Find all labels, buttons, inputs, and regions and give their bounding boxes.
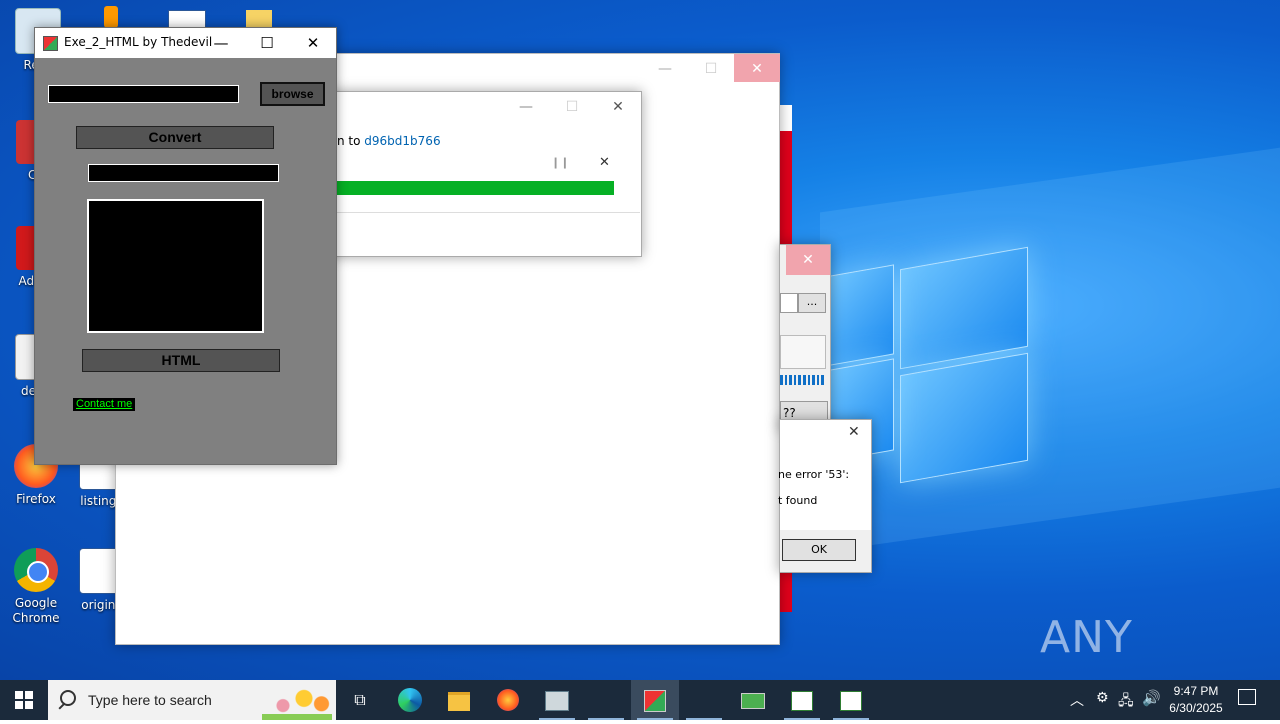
ok-button[interactable]: OK (782, 539, 856, 561)
download-link[interactable]: d96bd1b766 (364, 134, 440, 148)
divider (335, 212, 640, 213)
progress-segment (812, 375, 815, 385)
download-progress-track (335, 181, 614, 195)
file-explorer-icon[interactable] (435, 680, 483, 720)
contact-label: Contact me (76, 398, 133, 410)
progress-bar (780, 375, 824, 385)
exe2html-taskbar-icon[interactable] (631, 680, 679, 720)
taskbar-slot[interactable] (582, 680, 630, 720)
preview-box (87, 199, 264, 333)
download-dialog[interactable]: — ☐ ✕ n to d96bd1b766 ❙❙ ✕ (300, 91, 642, 257)
error-dialog[interactable]: ✕ ne error '53': t found OK (778, 419, 872, 573)
notifications-icon[interactable] (1238, 689, 1256, 705)
search-icon-handle (58, 702, 66, 710)
contact-link[interactable]: Contact me (73, 398, 136, 411)
error-message-line2: t found (778, 494, 818, 507)
maximize-button[interactable]: ☐ (688, 54, 734, 84)
window-title: Exe_2_HTML by Thedevil (64, 35, 213, 49)
browse-dots-label: ... (806, 295, 818, 308)
browse-label: browse (271, 87, 314, 101)
window-app-icon[interactable] (827, 680, 875, 720)
exe-path-input[interactable] (48, 85, 239, 103)
vlc-icon[interactable] (104, 6, 118, 28)
windows-icon (15, 691, 33, 709)
close-button[interactable]: ✕ (734, 54, 780, 82)
minimize-button[interactable]: — (503, 92, 549, 122)
title-bar[interactable]: Exe_2_HTML by Thedevil — ☐ ✕ (35, 28, 336, 58)
app-icon (43, 36, 58, 51)
edge-icon[interactable] (386, 680, 434, 720)
pause-icon[interactable]: ❙❙ (551, 156, 569, 169)
window-app-icon[interactable] (778, 680, 826, 720)
minimize-button[interactable]: — (198, 28, 244, 58)
convert-button[interactable]: Convert (76, 126, 274, 149)
close-button[interactable]: ✕ (786, 245, 830, 275)
browse-button[interactable]: browse (260, 82, 325, 106)
search-box[interactable]: Type here to search (48, 680, 336, 720)
path-field[interactable] (780, 293, 798, 313)
tray-app-icon[interactable]: ⚙ (1096, 690, 1109, 706)
browse-dots-button[interactable]: ... (798, 293, 826, 313)
anyrun-watermark: ANY RUN (1040, 608, 1240, 680)
maximize-button[interactable]: ☐ (244, 28, 290, 58)
close-icon[interactable]: ✕ (848, 424, 860, 440)
progress-segment (807, 375, 811, 385)
clock[interactable]: 9:47 PM 6/30/2025 (1164, 683, 1228, 717)
question-label: ?? (783, 406, 796, 420)
output-field[interactable] (88, 164, 279, 182)
clock-time: 9:47 PM (1173, 684, 1219, 698)
progress-segment (798, 375, 801, 385)
start-button[interactable] (0, 680, 48, 720)
ok-label: OK (811, 543, 827, 556)
window-edge (778, 105, 792, 131)
taskbar-slot[interactable] (680, 680, 728, 720)
app-taskbar-icon[interactable] (533, 680, 581, 720)
download-prefix: n to (337, 134, 361, 148)
progress-segment (784, 375, 788, 385)
windows-logo-pane (900, 352, 1028, 484)
cancel-icon[interactable]: ✕ (599, 155, 610, 170)
network-app-icon[interactable] (729, 680, 777, 720)
progress-segment (789, 375, 792, 385)
progress-segment (802, 375, 806, 385)
close-button[interactable]: ✕ (290, 28, 336, 58)
html-label: HTML (161, 352, 201, 368)
chrome-icon (14, 548, 58, 592)
search-placeholder: Type here to search (88, 692, 212, 708)
text-area (780, 335, 826, 369)
show-hidden-icons[interactable]: ︿ (1070, 690, 1084, 710)
firefox-taskbar-icon[interactable] (484, 680, 532, 720)
progress-segment (821, 375, 824, 385)
maximize-button[interactable]: ☐ (549, 92, 595, 122)
flower-decoration-icon (262, 684, 332, 720)
task-view-icon[interactable]: ⧉ (336, 680, 384, 720)
exe2html-window[interactable]: Exe_2_HTML by Thedevil — ☐ ✕ browse Conv… (34, 27, 337, 465)
watermark-text: ANY RUN (1040, 612, 1138, 680)
progress-segment (793, 375, 797, 385)
html-button[interactable]: HTML (82, 349, 280, 372)
error-message-line1: ne error '53': (778, 468, 850, 481)
download-status: n to d96bd1b766 (337, 134, 441, 148)
progress-segment (780, 375, 783, 385)
close-button[interactable]: ✕ (595, 92, 641, 122)
network-icon[interactable]: 🖧 (1118, 690, 1134, 714)
download-progress-fill (335, 181, 614, 195)
minimize-button[interactable]: — (642, 54, 688, 84)
taskbar: Type here to search ⧉ ︿ ⚙ 🖧 🔊 9:47 PM 6/… (0, 680, 1280, 720)
progress-segment (816, 375, 820, 385)
partial-dialog[interactable]: ✕ ... ?? (779, 244, 831, 430)
convert-label: Convert (148, 129, 202, 145)
clock-date: 6/30/2025 (1169, 701, 1223, 715)
windows-logo-pane (830, 264, 894, 366)
volume-icon[interactable]: 🔊 (1142, 689, 1161, 707)
